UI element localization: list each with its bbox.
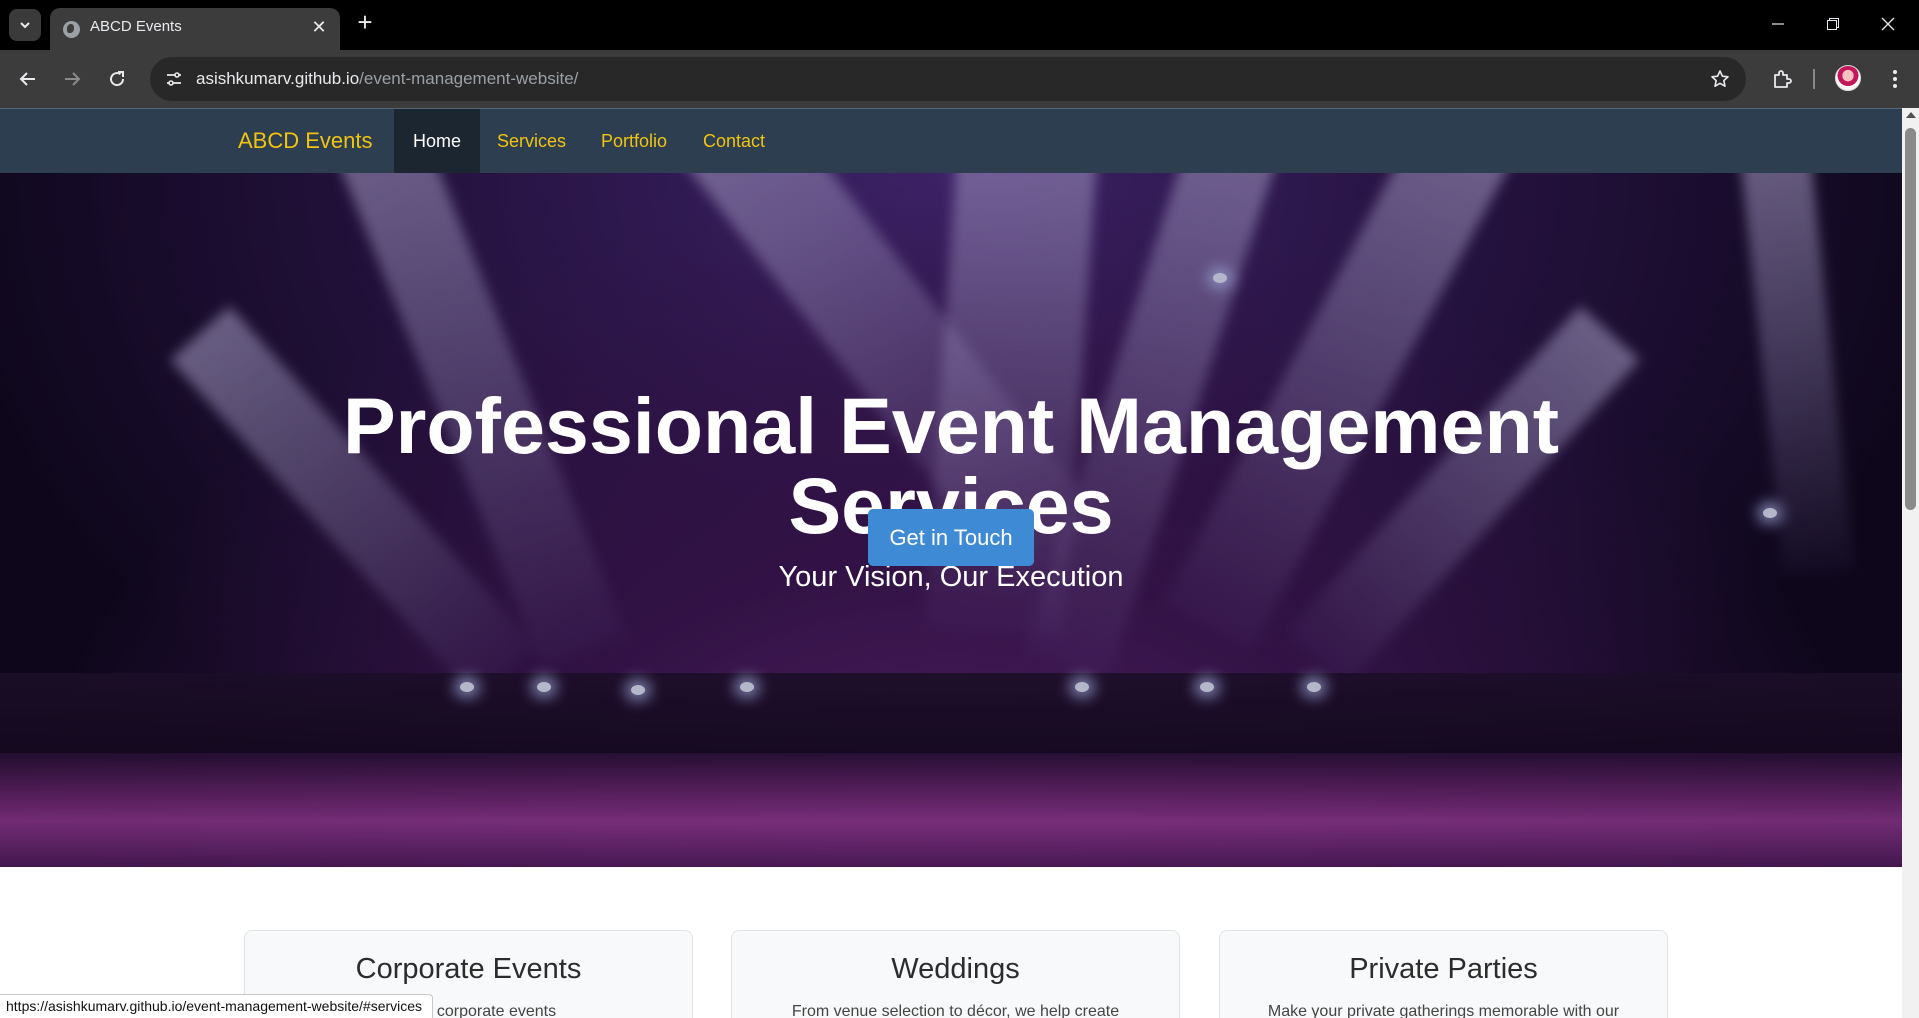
service-card-weddings: Weddings From venue selection to décor, … — [731, 930, 1180, 1018]
tune-icon — [167, 72, 181, 86]
new-tab-button[interactable]: + — [352, 9, 378, 36]
browser-toolbar: asishkumarv.github.io/event-management-w… — [0, 50, 1919, 108]
reload-icon — [110, 71, 125, 87]
restore-button[interactable] — [1813, 8, 1853, 40]
link-status-bubble: https://asishkumarv.github.io/event-mana… — [0, 994, 434, 1018]
nav-home[interactable]: Home — [394, 109, 481, 173]
browser-tab-strip: ABCD Events ✕ + — [0, 0, 1919, 50]
arrow-left-icon — [19, 72, 35, 86]
url-text: asishkumarv.github.io/event-management-w… — [196, 69, 578, 89]
browser-tab[interactable]: ABCD Events ✕ — [50, 8, 340, 50]
site-navbar: ABCD Events Home Services Portfolio Cont… — [0, 108, 1902, 173]
puzzle-icon — [1774, 70, 1792, 88]
site-info-button[interactable] — [160, 65, 188, 93]
nav-portfolio[interactable]: Portfolio — [582, 109, 686, 173]
scroll-thumb[interactable] — [1905, 128, 1916, 510]
site-brand[interactable]: ABCD Events — [238, 128, 373, 154]
url-path: /event-management-website/ — [359, 69, 579, 88]
minimize-button[interactable] — [1758, 8, 1798, 40]
restore-icon — [1827, 18, 1839, 30]
url-host: asishkumarv.github.io — [196, 69, 360, 88]
forward-button[interactable] — [57, 64, 87, 94]
more-vertical-icon — [1893, 70, 1897, 88]
address-bar[interactable]: asishkumarv.github.io/event-management-w… — [150, 57, 1746, 101]
star-icon — [1711, 70, 1729, 87]
minimize-icon — [1772, 23, 1784, 25]
toolbar-divider — [1813, 69, 1815, 89]
scroll-up-arrow-icon[interactable] — [1906, 112, 1916, 118]
bookmark-star-button[interactable] — [1708, 67, 1732, 91]
service-card-title: Private Parties — [1349, 953, 1538, 985]
tab-search-button[interactable] — [9, 9, 41, 41]
service-card-text: From venue selection to décor, we help c… — [791, 1003, 1120, 1018]
back-button[interactable] — [13, 64, 43, 94]
page-viewport: ABCD Events Home Services Portfolio Cont… — [0, 108, 1919, 1018]
page-scrollbar[interactable] — [1902, 108, 1919, 1018]
get-in-touch-button[interactable]: Get in Touch — [868, 509, 1034, 566]
service-card-private-parties: Private Parties Make your private gather… — [1219, 930, 1668, 1018]
globe-icon — [63, 21, 80, 38]
service-card-title: Weddings — [891, 953, 1020, 985]
nav-services[interactable]: Services — [478, 109, 585, 173]
arrow-right-icon — [65, 72, 81, 86]
close-icon — [1881, 17, 1895, 31]
reload-button[interactable] — [102, 64, 132, 94]
service-card-text: Make your private gatherings memorable w… — [1267, 1003, 1620, 1018]
extensions-button[interactable] — [1767, 64, 1797, 94]
profile-avatar[interactable] — [1835, 65, 1861, 91]
service-card-title: Corporate Events — [355, 953, 582, 985]
close-window-button[interactable] — [1868, 8, 1908, 40]
chevron-down-icon — [20, 22, 30, 29]
tab-title: ABCD Events — [90, 18, 182, 35]
nav-contact[interactable]: Contact — [684, 109, 784, 173]
browser-menu-button[interactable] — [1880, 64, 1910, 94]
close-tab-icon[interactable]: ✕ — [308, 16, 330, 38]
